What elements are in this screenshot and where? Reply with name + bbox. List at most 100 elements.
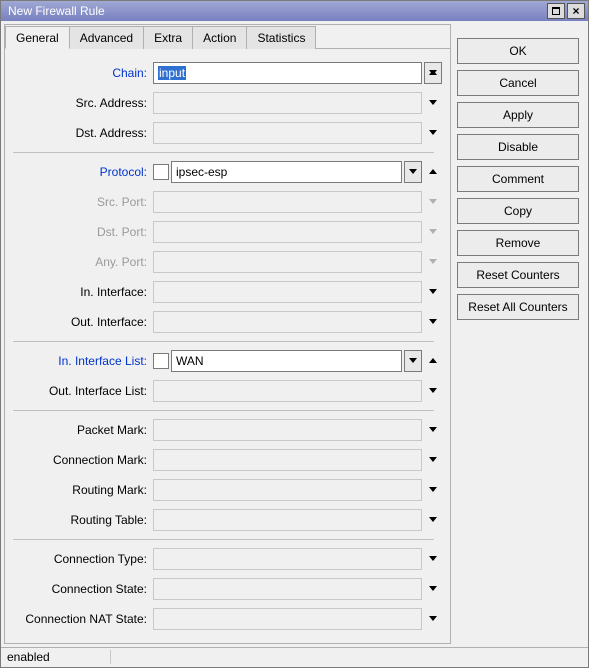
protocol-value: ipsec-esp xyxy=(176,165,227,179)
row-src-address: Src. Address: xyxy=(5,89,442,117)
tab-action[interactable]: Action xyxy=(192,26,247,49)
connection-type-expand[interactable] xyxy=(424,548,442,570)
ok-button[interactable]: OK xyxy=(457,38,579,64)
in-interface-field[interactable] xyxy=(153,281,422,303)
row-connection-state: Connection State: xyxy=(5,575,442,603)
label-in-interface-list: In. Interface List: xyxy=(5,354,153,368)
comment-button[interactable]: Comment xyxy=(457,166,579,192)
out-interface-list-field[interactable] xyxy=(153,380,422,402)
row-routing-table: Routing Table: xyxy=(5,506,442,534)
chevron-down-icon xyxy=(429,289,437,294)
connection-mark-expand[interactable] xyxy=(424,449,442,471)
separator xyxy=(13,341,434,342)
reset-all-counters-button[interactable]: Reset All Counters xyxy=(457,294,579,320)
chevron-down-icon xyxy=(409,358,417,363)
row-src-port: Src. Port: xyxy=(5,188,442,216)
routing-mark-expand[interactable] xyxy=(424,479,442,501)
src-address-field[interactable] xyxy=(153,92,422,114)
label-any-port: Any. Port: xyxy=(5,255,153,269)
reset-counters-button[interactable]: Reset Counters xyxy=(457,262,579,288)
out-interface-field[interactable] xyxy=(153,311,422,333)
row-dst-address: Dst. Address: xyxy=(5,119,442,147)
out-interface-expand[interactable] xyxy=(424,311,442,333)
row-protocol: Protocol: ipsec-esp xyxy=(5,158,442,186)
maximize-button[interactable] xyxy=(547,3,565,19)
in-interface-list-collapse[interactable] xyxy=(424,350,442,372)
row-in-interface-list: In. Interface List: WAN xyxy=(5,347,442,375)
in-interface-list-value: WAN xyxy=(176,354,204,368)
separator xyxy=(13,539,434,540)
any-port-expand xyxy=(424,251,442,273)
connection-type-field[interactable] xyxy=(153,548,422,570)
chevron-down-icon xyxy=(429,229,437,234)
chevron-down-icon xyxy=(429,556,437,561)
chevron-down-icon xyxy=(429,487,437,492)
dst-address-expand[interactable] xyxy=(424,122,442,144)
chevron-up-icon xyxy=(429,169,437,174)
row-connection-mark: Connection Mark: xyxy=(5,446,442,474)
connection-nat-state-field[interactable] xyxy=(153,608,422,630)
chain-dropdown-button[interactable] xyxy=(424,62,442,84)
chevron-up-icon xyxy=(429,358,437,363)
disable-button[interactable]: Disable xyxy=(457,134,579,160)
tab-advanced[interactable]: Advanced xyxy=(69,26,144,49)
window-title: New Firewall Rule xyxy=(4,4,545,18)
label-out-interface-list: Out. Interface List: xyxy=(5,384,153,398)
chevron-down-icon xyxy=(429,100,437,105)
connection-nat-state-expand[interactable] xyxy=(424,608,442,630)
connection-state-field[interactable] xyxy=(153,578,422,600)
label-connection-nat-state: Connection NAT State: xyxy=(5,612,153,626)
routing-table-expand[interactable] xyxy=(424,509,442,531)
chevron-down-icon xyxy=(429,457,437,462)
tab-general[interactable]: General xyxy=(5,26,70,49)
chevron-down-icon xyxy=(429,616,437,621)
dialog-window: New Firewall Rule × General Advanced Ext… xyxy=(0,0,589,668)
protocol-collapse[interactable] xyxy=(424,161,442,183)
dialog-body: General Advanced Extra Action Statistics… xyxy=(1,21,588,647)
in-interface-list-input[interactable]: WAN xyxy=(171,350,402,372)
protocol-invert-checkbox[interactable] xyxy=(153,164,169,180)
close-icon: × xyxy=(572,5,579,17)
close-button[interactable]: × xyxy=(567,3,585,19)
status-text: enabled xyxy=(7,650,111,664)
protocol-dropdown-button[interactable] xyxy=(404,161,422,183)
chevron-down-icon xyxy=(429,259,437,264)
connection-state-expand[interactable] xyxy=(424,578,442,600)
remove-button[interactable]: Remove xyxy=(457,230,579,256)
square-icon xyxy=(552,7,560,15)
packet-mark-field[interactable] xyxy=(153,419,422,441)
src-address-expand[interactable] xyxy=(424,92,442,114)
status-bar: enabled xyxy=(1,647,588,667)
copy-button[interactable]: Copy xyxy=(457,198,579,224)
dst-address-field[interactable] xyxy=(153,122,422,144)
in-interface-list-invert-checkbox[interactable] xyxy=(153,353,169,369)
out-interface-list-expand[interactable] xyxy=(424,380,442,402)
src-port-expand xyxy=(424,191,442,213)
row-dst-port: Dst. Port: xyxy=(5,218,442,246)
tab-statistics[interactable]: Statistics xyxy=(246,26,316,49)
row-connection-nat-state: Connection NAT State: xyxy=(5,605,442,633)
tab-extra[interactable]: Extra xyxy=(143,26,193,49)
routing-mark-field[interactable] xyxy=(153,479,422,501)
chain-input[interactable]: input xyxy=(153,62,422,84)
label-routing-table: Routing Table: xyxy=(5,513,153,527)
label-routing-mark: Routing Mark: xyxy=(5,483,153,497)
apply-button[interactable]: Apply xyxy=(457,102,579,128)
connection-mark-field[interactable] xyxy=(153,449,422,471)
in-interface-expand[interactable] xyxy=(424,281,442,303)
label-out-interface: Out. Interface: xyxy=(5,315,153,329)
src-port-field xyxy=(153,191,422,213)
chain-value: input xyxy=(158,66,186,80)
label-chain: Chain: xyxy=(5,66,153,80)
in-interface-list-dropdown-button[interactable] xyxy=(404,350,422,372)
protocol-input[interactable]: ipsec-esp xyxy=(171,161,402,183)
row-chain: Chain: input xyxy=(5,59,442,87)
chevron-down-icon xyxy=(429,586,437,591)
row-any-port: Any. Port: xyxy=(5,248,442,276)
cancel-button[interactable]: Cancel xyxy=(457,70,579,96)
label-connection-type: Connection Type: xyxy=(5,552,153,566)
routing-table-field[interactable] xyxy=(153,509,422,531)
packet-mark-expand[interactable] xyxy=(424,419,442,441)
label-connection-mark: Connection Mark: xyxy=(5,453,153,467)
left-panel: General Advanced Extra Action Statistics… xyxy=(4,24,451,644)
